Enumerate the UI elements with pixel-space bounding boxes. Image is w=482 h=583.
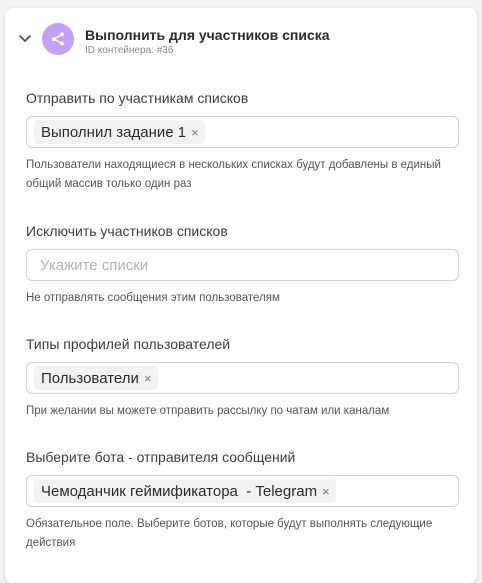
remove-tag-icon[interactable]: × xyxy=(322,484,330,499)
remove-tag-icon[interactable]: × xyxy=(191,125,199,140)
container-id: ID контейнера: #36 xyxy=(85,45,174,56)
field-profile-types: Типы профилей пользователей Пользователи… xyxy=(26,335,459,421)
field-help: Обязательное поле. Выберите ботов, котор… xyxy=(26,518,433,549)
node-card: Выполнить для участников списка ID конте… xyxy=(5,8,477,583)
send-lists-select[interactable]: Выполнил задание 1 × xyxy=(26,116,459,148)
field-help: При желании вы можете отправить рассылку… xyxy=(26,405,390,417)
field-label: Типы профилей пользователей xyxy=(26,336,231,352)
card-header: Выполнить для участников списка ID конте… xyxy=(5,8,477,68)
selected-tag: Пользователи × xyxy=(34,366,158,390)
selected-tag: Выполнил задание 1 × xyxy=(34,120,205,144)
remove-tag-icon[interactable]: × xyxy=(144,371,152,386)
selected-tag: Чемоданчик геймификатора - Telegram × xyxy=(34,479,336,503)
field-help: Пользователи находящиеся в нескольких сп… xyxy=(26,159,441,190)
chevron-down-icon[interactable] xyxy=(17,30,33,46)
field-label: Исключить участников списков xyxy=(26,223,228,239)
sender-bot-select[interactable]: Чемоданчик геймификатора - Telegram × xyxy=(26,475,459,507)
tag-label: Чемоданчик геймификатора - Telegram xyxy=(41,482,318,500)
page-title: Выполнить для участников списка xyxy=(85,27,330,43)
share-nodes-icon xyxy=(42,23,74,55)
field-placeholder: Укажите списки xyxy=(40,256,149,274)
exclude-lists-select[interactable]: Укажите списки xyxy=(26,249,459,281)
tag-label: Пользователи xyxy=(41,369,139,387)
tag-label: Выполнил задание 1 xyxy=(41,123,187,141)
field-label: Выберите бота - отправителя сообщений xyxy=(26,449,296,465)
field-send-lists: Отправить по участникам списков Выполнил… xyxy=(26,89,459,194)
profile-types-select[interactable]: Пользователи × xyxy=(26,362,459,394)
field-label: Отправить по участникам списков xyxy=(26,90,249,106)
field-exclude-lists: Исключить участников списков Укажите спи… xyxy=(26,222,459,308)
field-help: Не отправлять сообщения этим пользовател… xyxy=(26,292,280,304)
field-sender-bot: Выберите бота - отправителя сообщений Че… xyxy=(26,448,459,553)
